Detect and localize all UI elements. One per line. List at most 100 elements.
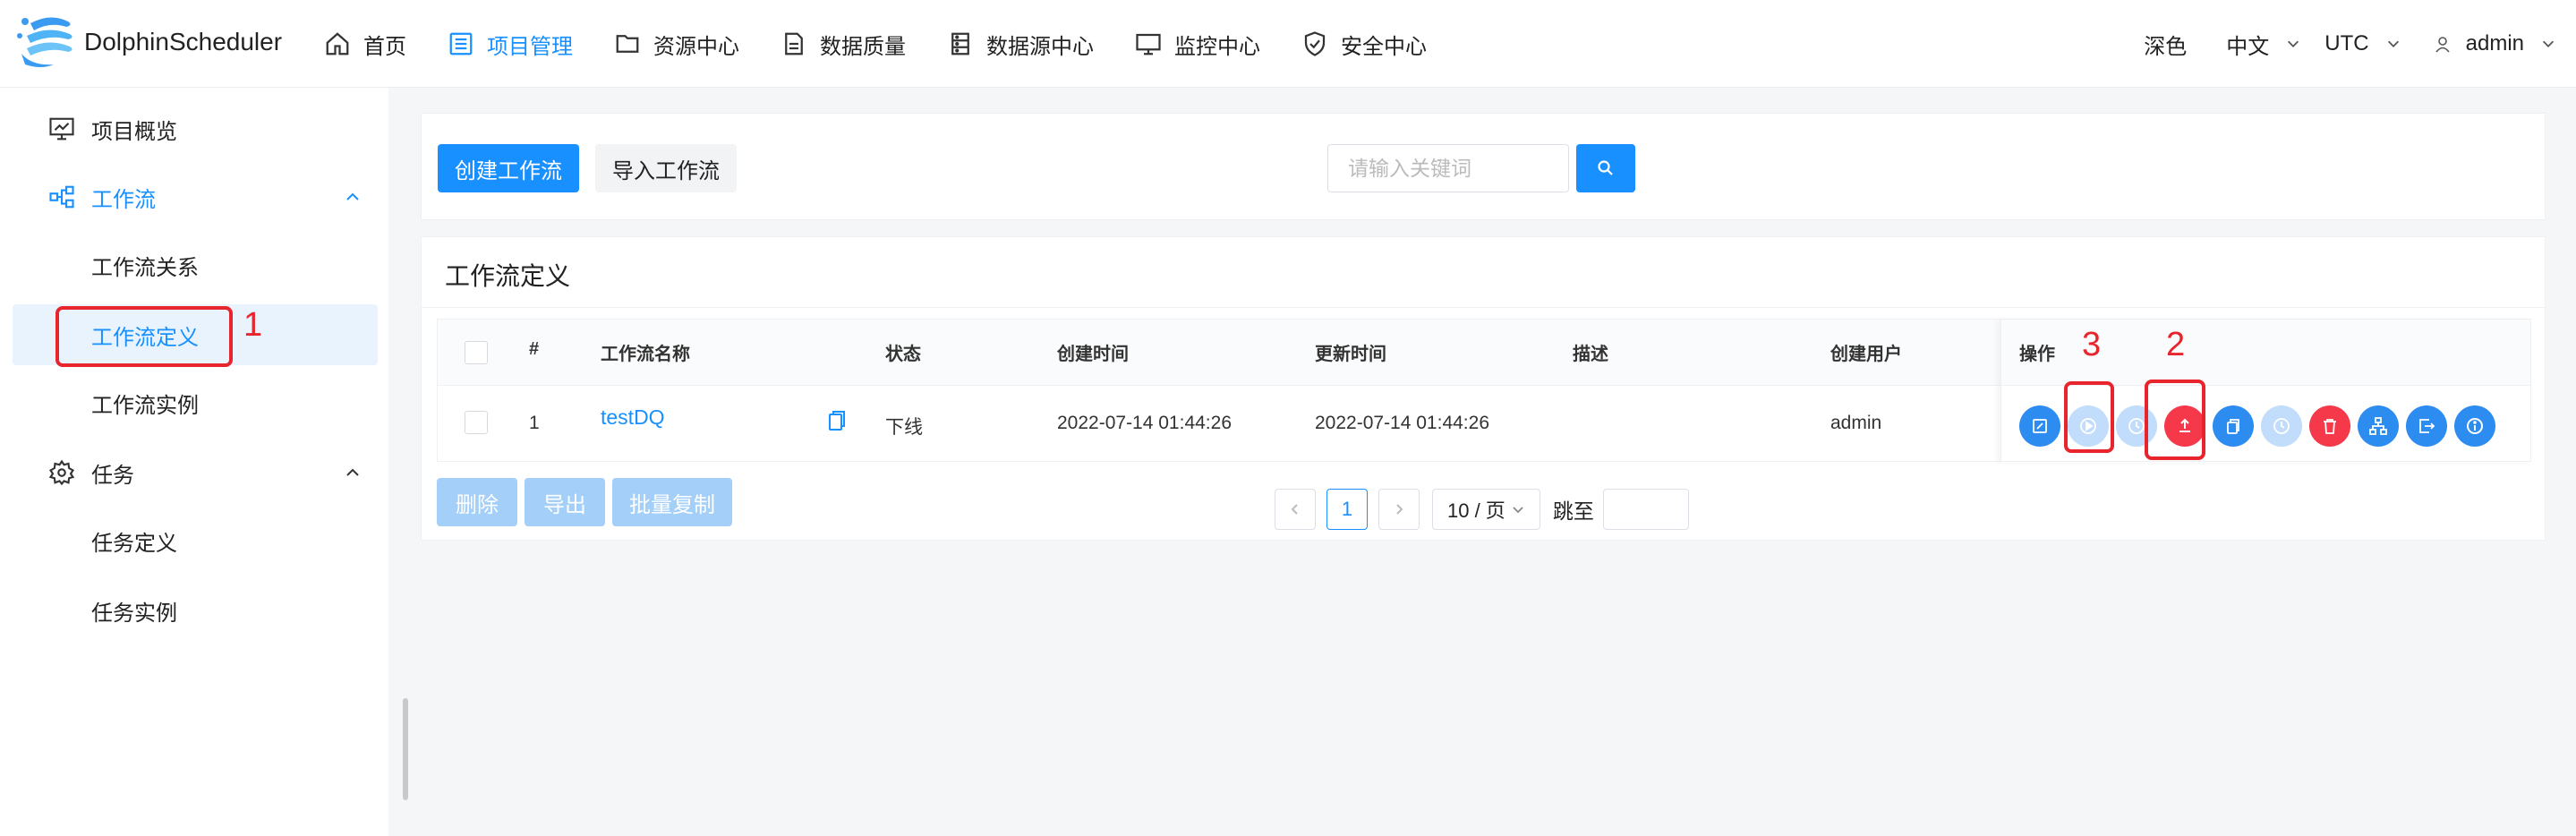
page-title: 工作流定义 <box>445 262 571 290</box>
row-user: admin <box>1830 413 1882 433</box>
chevron-up-icon <box>346 192 359 200</box>
jump-to-input[interactable] <box>1602 489 1689 530</box>
row-status: 下线 <box>885 417 923 438</box>
chevron-up-icon <box>346 468 359 476</box>
sidebar-item-workflow-relation[interactable]: 工作流关系 <box>0 235 388 295</box>
nav-monitor-label: 监控中心 <box>1174 34 1260 59</box>
brand-name: DolphinScheduler <box>84 28 283 55</box>
prev-page-button[interactable] <box>1275 489 1316 530</box>
column-header-index: # <box>529 339 540 359</box>
chevron-down-icon <box>2387 40 2399 47</box>
sidebar-item-label: 项目概览 <box>91 119 177 144</box>
jump-to-label: 跳至 <box>1552 499 1594 523</box>
nav-resource[interactable]: 资源中心 <box>614 0 739 88</box>
column-header-name: 工作流名称 <box>601 345 690 364</box>
annotation-number-3: 3 <box>2082 326 2102 363</box>
clock-icon <box>2128 418 2145 434</box>
nav-home-label: 首页 <box>363 34 406 59</box>
sidebar-item-label: 任务实例 <box>91 601 177 626</box>
chevron-down-icon <box>2542 40 2555 47</box>
pagination: 1 10 / 页 跳至 <box>1275 489 1689 530</box>
sidebar-item-label: 工作流 <box>91 187 156 212</box>
dolphin-logo-icon <box>17 17 73 67</box>
search-input[interactable] <box>1327 144 1569 192</box>
tree-view-button[interactable] <box>2358 405 2399 447</box>
column-header-updated: 更新时间 <box>1315 345 1386 364</box>
import-workflow-button[interactable]: 导入工作流 <box>595 144 737 192</box>
nav-project[interactable]: 项目管理 <box>448 0 573 88</box>
nav-monitor[interactable]: 监控中心 <box>1135 0 1260 88</box>
main-nav: 首页 项目管理 资源中心 数据质量 数据源中心 监控中心 安全中心 <box>324 0 1468 88</box>
next-page-button[interactable] <box>1378 489 1420 530</box>
sidebar-item-label: 工作流实例 <box>91 393 199 418</box>
page-size-label: 10 / 页 <box>1447 499 1506 522</box>
sidebar-item-label: 任务 <box>91 463 134 488</box>
bulk-export-button[interactable]: 导出 <box>525 478 605 526</box>
select-all-checkbox[interactable] <box>465 341 488 364</box>
annotation-box-2 <box>2145 380 2205 460</box>
nav-security[interactable]: 安全中心 <box>1301 0 1427 88</box>
sidebar-scrollbar[interactable] <box>403 698 408 800</box>
edit-button[interactable] <box>2019 405 2060 447</box>
title-divider <box>422 307 2545 308</box>
copy-icon[interactable] <box>826 409 848 432</box>
trash-icon <box>2324 419 2336 434</box>
clock-icon <box>2273 418 2290 434</box>
theme-toggle[interactable]: 深色 <box>2144 29 2187 60</box>
sidebar-item-workflow[interactable]: 工作流 <box>0 166 388 227</box>
sidebar-item-task[interactable]: 任务 <box>0 442 388 503</box>
gear-icon <box>48 459 75 486</box>
version-info-button[interactable] <box>2454 405 2495 447</box>
copy-workflow-button[interactable] <box>2213 405 2254 447</box>
language-select[interactable]: 中文 <box>2226 29 2301 60</box>
search-button[interactable] <box>1576 144 1635 192</box>
nav-data-quality[interactable]: 数据质量 <box>780 0 906 88</box>
page-size-select[interactable]: 10 / 页 <box>1432 489 1540 530</box>
workflow-name-link[interactable]: testDQ <box>601 405 665 430</box>
create-workflow-button[interactable]: 创建工作流 <box>438 144 579 192</box>
edit-icon <box>2033 419 2047 433</box>
row-created-time: 2022-07-14 01:44:26 <box>1057 413 1232 433</box>
annotation-number-2: 2 <box>2166 326 2186 363</box>
user-menu[interactable]: admin <box>2434 31 2556 56</box>
chevron-down-icon <box>2288 40 2299 47</box>
nav-home[interactable]: 首页 <box>324 0 406 88</box>
bulk-delete-button[interactable]: 删除 <box>437 478 517 526</box>
copy-icon <box>2227 419 2239 434</box>
language-label: 中文 <box>2226 34 2270 59</box>
timezone-select[interactable]: UTC <box>2324 31 2401 56</box>
delete-button[interactable] <box>2309 405 2350 447</box>
nav-datasource-label: 数据源中心 <box>986 34 1094 59</box>
column-header-status: 状态 <box>885 345 921 364</box>
sidebar-item-label: 工作流关系 <box>91 255 199 280</box>
column-header-operations: 操作 <box>2019 345 2055 364</box>
page-1-button[interactable]: 1 <box>1326 489 1368 530</box>
sidebar-item-task-instance[interactable]: 任务实例 <box>0 580 388 641</box>
annotation-box-1 <box>55 306 233 367</box>
nav-data-quality-label: 数据质量 <box>820 34 906 59</box>
row-index: 1 <box>529 413 540 433</box>
chevron-down-icon <box>1513 507 1523 514</box>
cron-manage-button[interactable] <box>2261 405 2302 447</box>
server-icon <box>951 32 969 55</box>
batch-copy-button[interactable]: 批量复制 <box>612 478 732 526</box>
nav-datasource[interactable]: 数据源中心 <box>947 0 1094 88</box>
row-checkbox[interactable] <box>465 411 488 434</box>
search-icon <box>1598 160 1613 175</box>
column-header-user: 创建用户 <box>1830 345 1902 364</box>
theme-label: 深色 <box>2144 34 2188 59</box>
tree-icon <box>2369 417 2387 435</box>
workflow-table: # 工作流名称 状态 创建时间 更新时间 描述 创建用户 1 testDQ 下线… <box>437 319 2531 463</box>
document-icon <box>785 32 803 55</box>
header-right: 深色 中文 UTC admin <box>2144 0 2576 88</box>
sidebar-item-overview[interactable]: 项目概览 <box>0 98 388 159</box>
sidebar-item-task-definition[interactable]: 任务定义 <box>0 510 388 571</box>
chevron-right-icon <box>1396 504 1403 515</box>
top-header: DolphinScheduler 首页 项目管理 资源中心 数据质量 数据源中心… <box>0 0 2576 88</box>
brand-logo[interactable]: DolphinScheduler <box>14 13 282 72</box>
annotation-number-1: 1 <box>243 306 263 344</box>
export-button[interactable] <box>2406 405 2447 447</box>
shield-icon <box>1304 31 1326 56</box>
sidebar-item-workflow-instance[interactable]: 工作流实例 <box>0 372 388 433</box>
annotation-box-3 <box>2064 381 2114 453</box>
